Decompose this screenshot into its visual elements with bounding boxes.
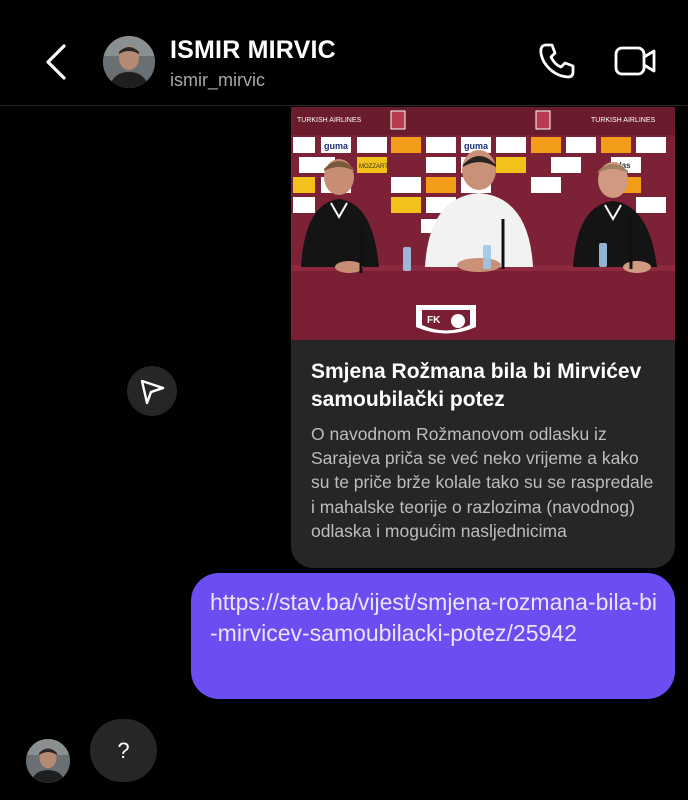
outgoing-message-link[interactable]: https://stav.ba/vijest/smjena-rozmana-bi… bbox=[210, 587, 657, 649]
link-preview-description: O navodnom Rožmanovom odlasku iz Sarajev… bbox=[311, 424, 654, 541]
paper-plane-icon bbox=[140, 379, 165, 405]
video-call-button[interactable] bbox=[612, 40, 658, 82]
contact-name[interactable]: ISMIR MIRVIC bbox=[170, 36, 336, 65]
image-sponsor-guma: guma bbox=[324, 141, 349, 151]
link-preview-body: Smjena Rožmana bila bi Mirvićev samoubil… bbox=[291, 340, 675, 543]
phone-icon bbox=[539, 43, 575, 79]
image-sponsor-text: TURKISH AIRLINES bbox=[297, 117, 362, 124]
contact-handle[interactable]: ismir_mirvic bbox=[170, 70, 265, 91]
contact-avatar[interactable] bbox=[103, 36, 155, 88]
sender-avatar[interactable] bbox=[26, 739, 70, 783]
image-sponsor-mozzart: MOZZART bbox=[359, 164, 388, 170]
back-button[interactable] bbox=[40, 42, 76, 82]
chevron-left-icon bbox=[46, 44, 66, 80]
audio-call-button[interactable] bbox=[536, 40, 578, 82]
video-camera-icon bbox=[614, 46, 656, 76]
incoming-message-bubble[interactable]: ? bbox=[90, 719, 157, 782]
chat-header: ISMIR MIRVIC ismir_mirvic bbox=[0, 0, 688, 106]
outgoing-message-bubble[interactable]: https://stav.ba/vijest/smjena-rozmana-bi… bbox=[191, 573, 675, 699]
svg-text:guma: guma bbox=[464, 141, 489, 151]
share-button[interactable] bbox=[127, 366, 177, 416]
link-preview-card[interactable]: TURKISH AIRLINES TURKISH AIRLINES guma g… bbox=[291, 107, 675, 568]
link-preview-title[interactable]: Smjena Rožmana bila bi Mirvićev samoubil… bbox=[311, 358, 655, 414]
press-conference-photo: TURKISH AIRLINES TURKISH AIRLINES guma g… bbox=[291, 107, 675, 340]
svg-text:TURKISH AIRLINES: TURKISH AIRLINES bbox=[591, 117, 656, 124]
image-club-mark: FK bbox=[427, 315, 441, 326]
